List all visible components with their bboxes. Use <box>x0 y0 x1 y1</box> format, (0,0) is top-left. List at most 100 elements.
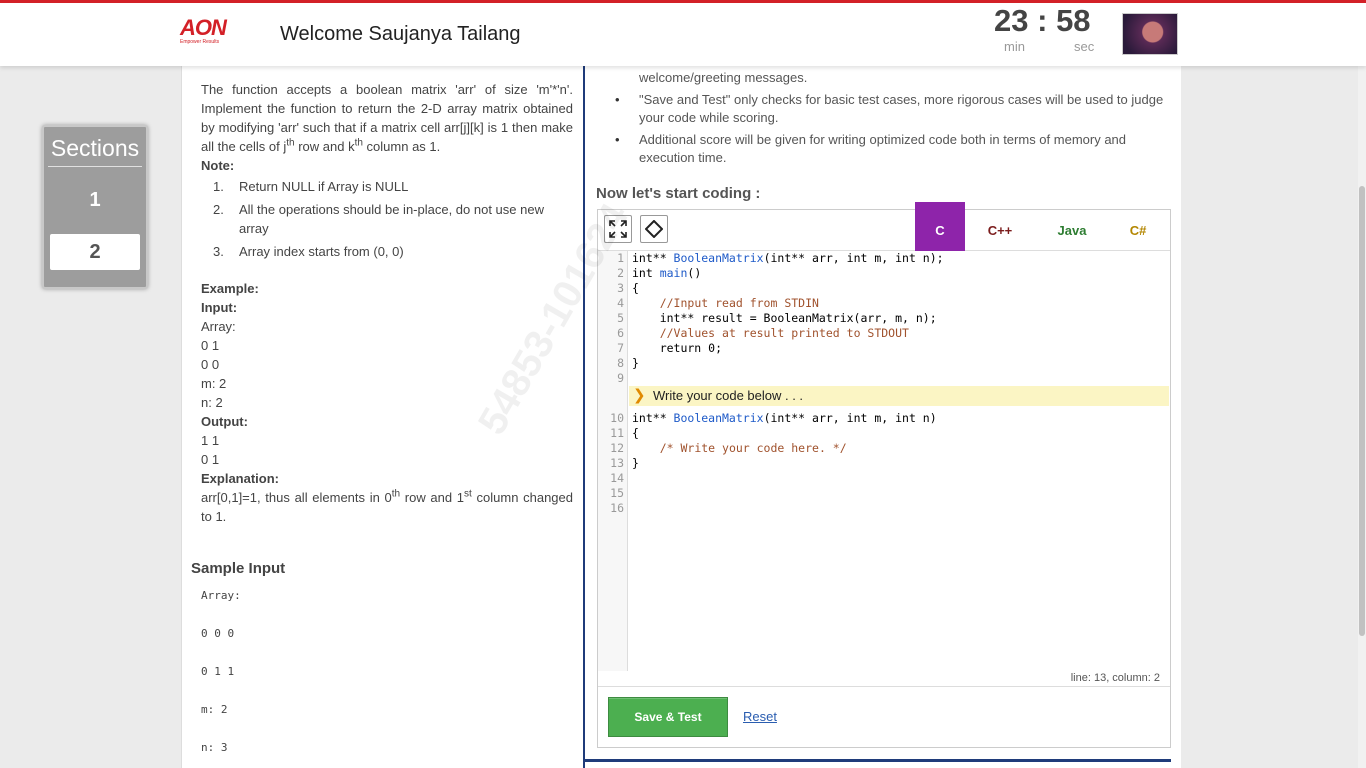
instruction-item: Additional score will be given for writi… <box>615 131 1165 167</box>
code-line[interactable]: { <box>632 281 639 296</box>
timer-digits: 23 : 58 <box>994 3 1110 39</box>
lang-tab-java[interactable]: Java <box>1047 210 1097 259</box>
output-line: 0 1 <box>201 452 220 467</box>
line-number: 3 <box>617 281 624 295</box>
note-item: 1. Return NULL if Array is NULL <box>201 177 573 196</box>
code-line[interactable]: //Values at result printed to STDOUT <box>632 326 909 341</box>
instruction-item: "Save and Test" only checks for basic te… <box>615 91 1165 127</box>
superscript: th <box>391 488 401 500</box>
instruction-item: welcome/greeting messages. <box>639 70 808 85</box>
note-number: 1. <box>213 179 224 194</box>
code-token: BooleanMatrix <box>673 251 764 265</box>
code-line[interactable]: int** BooleanMatrix(int** arr, int m, in… <box>632 251 944 266</box>
lang-tab-c[interactable]: C <box>915 202 965 251</box>
code-line[interactable]: int** result = BooleanMatrix(arr, m, n); <box>632 311 937 326</box>
code-line[interactable]: return 0; <box>632 341 722 356</box>
code-editor: C C++ Java C# 1 2 3 4 5 6 7 8 9 10 11 12 13 14 15 16 in… <box>597 202 1171 748</box>
line-number: 13 <box>610 456 624 470</box>
scrollbar-thumb[interactable] <box>1359 186 1365 636</box>
question-text-part: row and k <box>294 139 355 154</box>
line-number: 9 <box>617 371 624 385</box>
code-line[interactable]: int** BooleanMatrix(int** arr, int m, in… <box>632 411 937 426</box>
lang-tab-csharp[interactable]: C# <box>1114 210 1162 259</box>
code-token: (int** arr, int m, int n) <box>763 411 937 425</box>
sample-line: m: 2 <box>201 703 228 716</box>
section-item-2[interactable]: 2 <box>50 234 140 270</box>
editor-toolbar: C C++ Java C# <box>598 202 1170 251</box>
note-number: 3. <box>213 244 224 259</box>
note-text: Return NULL if Array is NULL <box>239 179 409 194</box>
top-header: AON Empower Results Welcome Saujanya Tai… <box>0 0 1366 66</box>
save-test-button[interactable]: Save & Test <box>608 697 728 737</box>
lang-tab-cpp[interactable]: C++ <box>975 210 1025 259</box>
line-number: 11 <box>610 426 624 440</box>
code-line[interactable]: int main() <box>632 266 701 281</box>
code-line[interactable]: } <box>632 456 639 471</box>
timer-seconds: 58 <box>1056 3 1091 38</box>
sample-line: 0 0 0 <box>201 627 235 640</box>
timer-minutes: 23 <box>994 3 1029 38</box>
code-line[interactable]: { <box>632 426 639 441</box>
line-number: 2 <box>617 266 624 280</box>
note-number: 2. <box>213 202 224 217</box>
sample-input-title: Sample Input <box>191 560 286 577</box>
input-line: Array: <box>201 319 236 334</box>
question-text: The function accepts a boolean matrix 'a… <box>201 80 573 156</box>
sample-line <box>201 681 241 700</box>
sample-line: Array: <box>201 589 241 602</box>
note-label: Note: <box>201 158 235 173</box>
code-token: } <box>632 356 639 370</box>
aon-logo: AON Empower Results <box>180 15 227 49</box>
line-number: 7 <box>617 341 624 355</box>
code-token: /* Write your code here. */ <box>659 441 847 455</box>
explanation-text: arr[0,1]=1, thus all elements in 0th row… <box>201 488 573 526</box>
line-number: 14 <box>610 471 624 485</box>
input-line: 0 1 <box>201 338 220 353</box>
code-token: int** <box>632 251 674 265</box>
explanation-part: arr[0,1]=1, thus all elements in 0 <box>201 490 392 505</box>
code-line[interactable]: } <box>632 356 639 371</box>
sample-line <box>201 605 241 624</box>
panel-divider <box>585 759 1171 762</box>
line-number: 5 <box>617 311 624 325</box>
welcome-message: Welcome Saujanya Tailang <box>280 23 521 45</box>
sample-line <box>201 719 241 738</box>
note-text: Array index starts from (0, 0) <box>239 244 404 259</box>
input-line: 0 0 <box>201 357 220 372</box>
sample-line <box>201 643 241 662</box>
code-token: main <box>659 266 688 280</box>
hint-text: Write your code below . . . <box>653 388 804 403</box>
note-item: 2. All the operations should be in-place,… <box>201 200 573 238</box>
expand-icon[interactable] <box>604 215 632 243</box>
logo-text: AON <box>180 15 227 40</box>
line-number: 10 <box>610 411 624 425</box>
explanation-part: row and 1 <box>400 490 465 505</box>
example-label: Example: <box>201 281 259 296</box>
code-token: return 0; <box>632 341 723 355</box>
output-label: Output: <box>201 414 248 429</box>
timer-sec-label: sec <box>1074 39 1095 54</box>
code-line[interactable]: //Input read from STDIN <box>632 296 819 311</box>
line-number: 4 <box>617 296 624 310</box>
code-token: //Input read from STDIN <box>659 296 819 310</box>
line-number: 15 <box>610 486 624 500</box>
reset-link[interactable]: Reset <box>743 709 777 724</box>
chevron-right-icon: ❯ <box>633 387 646 404</box>
line-number: 8 <box>617 356 624 370</box>
page-scrollbar[interactable] <box>1358 66 1366 768</box>
explanation-label: Explanation: <box>201 471 280 486</box>
code-token: BooleanMatrix <box>673 411 764 425</box>
write-code-hint: ❯ Write your code below . . . <box>629 386 1169 406</box>
code-token: int <box>632 266 660 280</box>
code-token: { <box>632 426 639 440</box>
code-icon[interactable] <box>640 215 668 243</box>
note-list: 1. Return NULL if Array is NULL 2. All the… <box>201 177 573 261</box>
output-line: 1 1 <box>201 433 220 448</box>
input-line: n: 2 <box>201 395 223 410</box>
timer-separator: : <box>1037 3 1048 38</box>
code-token: //Values at result printed to STDOUT <box>659 326 909 340</box>
section-item-1[interactable]: 1 <box>50 182 140 218</box>
code-line[interactable]: /* Write your code here. */ <box>632 441 847 456</box>
